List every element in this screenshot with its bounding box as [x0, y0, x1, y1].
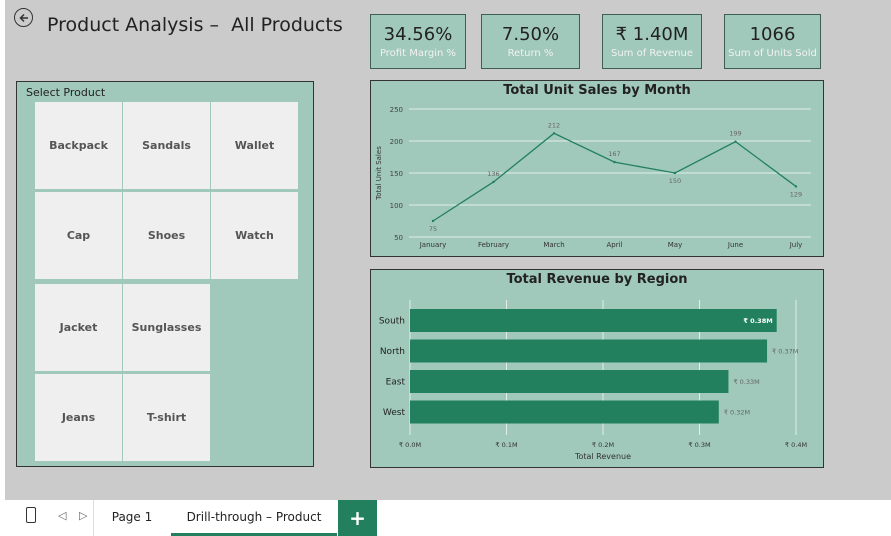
line-chart-panel[interactable]: Total Unit Sales by Month 50 100 150 200 250…	[370, 80, 824, 257]
tab-page-1[interactable]: Page 1	[94, 500, 170, 534]
x-tick-label: ₹ 0.0M	[399, 441, 421, 449]
data-point	[613, 160, 616, 164]
data-label: ₹ 0.32M	[724, 409, 750, 417]
x-tick-label: May	[668, 241, 682, 249]
category-label: South	[379, 317, 405, 327]
y-tick-label: 100	[390, 202, 403, 210]
bar	[410, 400, 719, 424]
x-tick-label: June	[727, 241, 743, 249]
kpi-card-units-sold[interactable]: 1066 Sum of Units Sold	[724, 14, 821, 69]
product-slicer: Select Product Backpack Sandals Wallet C…	[16, 81, 314, 467]
data-label: 136	[487, 170, 499, 178]
bar	[410, 339, 768, 363]
data-point	[492, 180, 495, 184]
slicer-title: Select Product	[26, 86, 106, 99]
unit-sales-line-chart: 50 100 150 200 250 January February March April M…	[375, 106, 811, 249]
x-tick-label: ₹ 0.2M	[592, 441, 614, 449]
next-page-icon[interactable]: ▷	[79, 509, 87, 522]
data-label: ₹ 0.38M	[743, 317, 772, 325]
kpi-label: Return %	[507, 48, 554, 59]
page-title: Product Analysis – All Products	[47, 14, 343, 36]
kpi-value: 1066	[749, 24, 796, 45]
x-tick-label: ₹ 0.3M	[688, 441, 710, 449]
data-label: 212	[548, 121, 560, 129]
kpi-value: 7.50%	[501, 24, 560, 45]
slicer-item-jacket[interactable]: Jacket	[35, 284, 122, 371]
kpi-label: Sum of Units Sold	[728, 48, 817, 59]
y-axis-title: Total Unit Sales	[375, 146, 383, 201]
arrow-left-icon	[18, 13, 28, 22]
y-tick-label: 250	[390, 106, 403, 114]
kpi-card-return[interactable]: 7.50% Return %	[481, 14, 580, 69]
y-tick-label: 150	[390, 170, 403, 178]
kpi-card-profit-margin[interactable]: 34.56% Profit Margin %	[370, 14, 466, 69]
slicer-item-backpack[interactable]: Backpack	[35, 102, 122, 189]
data-point	[794, 185, 798, 188]
slicer-item-sunglasses[interactable]: Sunglasses	[123, 284, 210, 371]
category-label: East	[386, 378, 406, 388]
data-point	[673, 171, 677, 175]
x-tick-label: ₹ 0.4M	[785, 441, 807, 449]
slicer-item-shoes[interactable]: Shoes	[123, 192, 210, 279]
tab-drill-through-product[interactable]: Drill-through – Product	[171, 500, 337, 536]
slicer-item-watch[interactable]: Watch	[211, 192, 298, 279]
x-tick-label: ₹ 0.1M	[495, 441, 517, 449]
x-tick-label: February	[478, 241, 509, 249]
mobile-layout-icon[interactable]	[26, 507, 36, 523]
data-label: 150	[669, 177, 681, 185]
kpi-label: Profit Margin %	[379, 48, 457, 59]
kpi-label: Sum of Revenue	[611, 48, 693, 59]
slicer-item-tshirt[interactable]: T-shirt	[123, 374, 210, 461]
data-label: ₹ 0.33M	[733, 378, 759, 386]
y-tick-label: 50	[394, 234, 403, 242]
x-tick-label: July	[789, 241, 803, 249]
prev-page-icon[interactable]: ◁	[58, 509, 66, 522]
page-tab-bar: ◁ ▷ Page 1 Drill-through – Product +	[0, 500, 891, 536]
bar-chart-panel[interactable]: Total Revenue by Region ₹ 0.0M ₹ 0.1M ₹ 0.…	[370, 269, 824, 468]
add-page-button[interactable]: +	[338, 500, 377, 536]
kpi-card-revenue[interactable]: ₹ 1.40M Sum of Revenue	[602, 14, 702, 69]
y-tick-label: 200	[390, 138, 403, 146]
data-label: ₹ 0.37M	[772, 348, 798, 356]
kpi-value: 34.56%	[383, 24, 453, 45]
bar	[410, 309, 777, 332]
x-tick-label: January	[419, 241, 447, 249]
data-label: 129	[790, 190, 802, 198]
data-label: 167	[608, 150, 620, 158]
back-button[interactable]	[14, 8, 33, 27]
data-point	[734, 140, 737, 143]
slicer-item-wallet[interactable]: Wallet	[211, 102, 298, 189]
category-label: North	[380, 347, 405, 357]
x-tick-label: March	[543, 241, 564, 249]
slicer-item-sandals[interactable]: Sandals	[123, 102, 210, 189]
x-tick-label: April	[607, 241, 623, 249]
revenue-bar-chart: ₹ 0.0M ₹ 0.1M ₹ 0.2M ₹ 0.3M ₹ 0.4M Total Reve…	[379, 300, 807, 461]
data-point	[552, 132, 556, 135]
data-label: 199	[729, 130, 741, 138]
kpi-value: ₹ 1.40M	[615, 24, 689, 45]
slicer-item-cap[interactable]: Cap	[35, 192, 122, 279]
slicer-item-jeans[interactable]: Jeans	[35, 374, 122, 461]
data-point	[431, 219, 435, 223]
bar	[410, 370, 729, 393]
data-label: 75	[429, 225, 437, 233]
x-axis-title: Total Revenue	[574, 452, 631, 461]
category-label: West	[383, 408, 406, 418]
